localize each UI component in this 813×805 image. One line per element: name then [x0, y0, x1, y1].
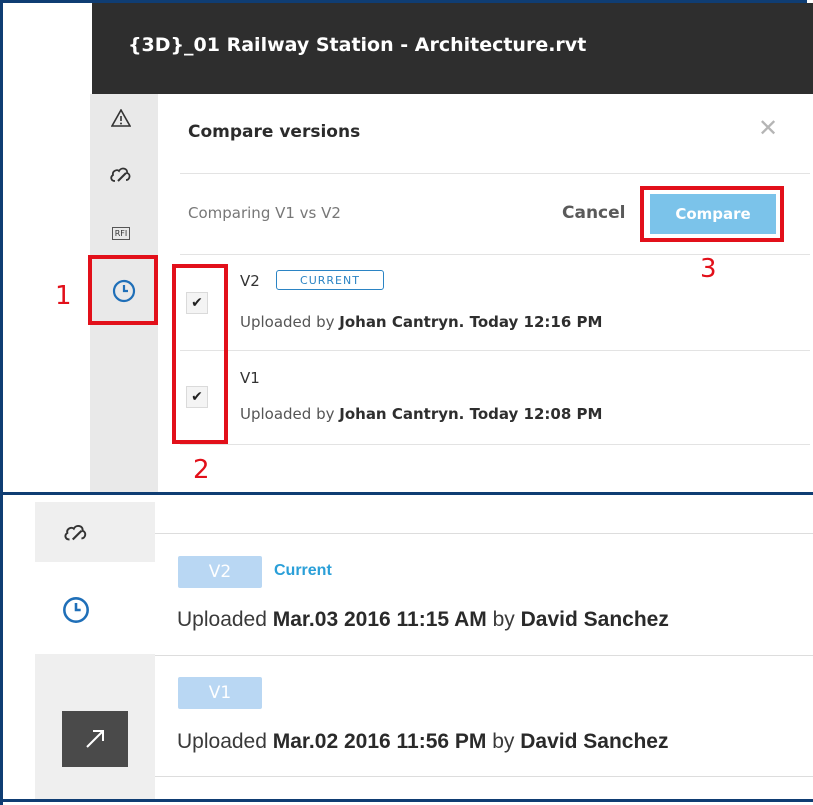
- highlight-box-compare: [640, 186, 784, 242]
- active-tool-highlight: [35, 562, 155, 654]
- divider: [180, 173, 810, 174]
- divider: [155, 533, 813, 534]
- current-badge: CURRENT: [276, 270, 384, 290]
- step-number-2: 2: [193, 455, 210, 485]
- highlight-box-checkboxes: [172, 264, 228, 444]
- markup-cloud-icon[interactable]: [58, 518, 94, 548]
- version-badge: V2: [178, 556, 262, 588]
- version-uploaded-info: Uploaded Mar.03 2016 11:15 AM by David S…: [177, 608, 669, 631]
- version-uploaded-info: Uploaded Mar.02 2016 11:56 PM by David S…: [177, 730, 669, 753]
- rfi-icon[interactable]: RFI: [103, 218, 139, 248]
- divider: [180, 350, 810, 351]
- panel-title: Compare versions: [188, 122, 361, 142]
- bottom-frame-edge: [0, 799, 813, 802]
- comparing-text: Comparing V1 vs V2: [188, 204, 341, 222]
- step-number-3: 3: [700, 254, 717, 284]
- version-name: V2: [240, 272, 260, 290]
- current-label: Current: [274, 562, 332, 579]
- expand-arrow-icon[interactable]: [62, 711, 128, 767]
- version-uploaded-info: Uploaded by Johan Cantryn. Today 12:08 P…: [240, 405, 603, 423]
- file-title: {3D}_01 Railway Station - Architecture.r…: [128, 34, 587, 56]
- clock-icon[interactable]: [58, 595, 94, 625]
- cancel-button[interactable]: Cancel: [562, 203, 625, 223]
- markup-cloud-icon[interactable]: [103, 160, 139, 190]
- bottom-frame-edge: [0, 495, 3, 805]
- close-icon[interactable]: ✕: [758, 114, 778, 142]
- divider: [180, 444, 810, 445]
- version-badge: V1: [178, 677, 262, 709]
- warning-icon[interactable]: [103, 103, 139, 133]
- version-name: V1: [240, 369, 260, 387]
- version-uploaded-info: Uploaded by Johan Cantryn. Today 12:16 P…: [240, 313, 603, 331]
- rfi-label: RFI: [111, 226, 131, 240]
- frame-divider: [0, 492, 813, 495]
- step-number-1: 1: [55, 281, 72, 311]
- highlight-box-history: [88, 255, 158, 325]
- divider: [155, 776, 813, 777]
- divider: [155, 655, 813, 656]
